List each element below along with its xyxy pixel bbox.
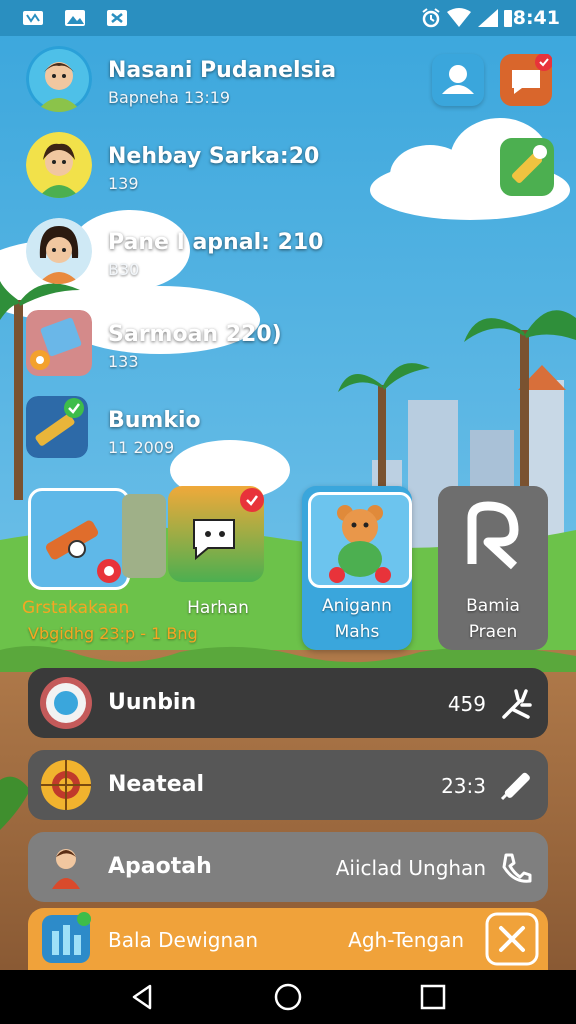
action-bar-1[interactable]: Uunbin 459 xyxy=(28,668,548,738)
clock-time: 8:41 xyxy=(512,7,560,29)
contact-item[interactable]: Bumkio 11 2009 xyxy=(26,396,326,468)
battery-icon xyxy=(504,10,512,27)
bar-value: Aiiclad Unghan xyxy=(335,856,486,880)
bar-label: Bala Dewignan xyxy=(108,928,259,952)
chart-app-icon xyxy=(42,912,91,963)
tile-label: Anigann xyxy=(322,596,392,616)
bar-label: Neateal xyxy=(108,772,205,797)
action-bar-3[interactable]: Apaotah Aiiclad Unghan xyxy=(28,832,548,902)
avatar xyxy=(26,218,92,284)
app-thumbnail xyxy=(26,310,92,376)
pencil-icon xyxy=(511,145,547,184)
medal-icon xyxy=(41,760,91,810)
edit-button[interactable] xyxy=(500,138,554,196)
tile-tools[interactable] xyxy=(28,488,130,590)
user-icon xyxy=(442,65,474,94)
tile-subtitle: Vbgidhg 23:p - 1 Bng xyxy=(28,624,198,643)
person-icon xyxy=(52,849,80,889)
notification-gallery-icon xyxy=(65,10,85,26)
pen-icon xyxy=(500,772,530,801)
bear-icon xyxy=(329,505,391,583)
tile-label: Grstakakaan xyxy=(22,598,130,618)
contact-item[interactable]: Nehbay Sarka:20 139 xyxy=(26,132,326,204)
bar-value: 459 xyxy=(447,692,486,716)
contact-subtitle: B30 xyxy=(108,260,140,279)
sparkle-icon xyxy=(502,689,532,719)
action-bar-4[interactable]: Bala Dewignan Agh-Tengan xyxy=(28,908,548,970)
app-thumbnail xyxy=(26,396,88,458)
contact-item[interactable]: Nasani Pudanelsia Bapneha 13:19 xyxy=(26,46,336,118)
contact-item[interactable]: Sarmoan 220) 133 xyxy=(26,310,326,382)
wifi-icon xyxy=(447,8,471,27)
contact-subtitle: Bapneha 13:19 xyxy=(108,88,231,107)
tile-label: Bamia xyxy=(466,596,520,616)
action-bar-2[interactable]: Neateal 23:3 xyxy=(28,750,548,820)
notification-app-icon xyxy=(23,11,43,25)
tile-apps[interactable]: Bamia Praen xyxy=(438,486,548,650)
home-icon[interactable] xyxy=(273,982,303,1012)
wrench-icon xyxy=(45,520,121,583)
tile-label: Harhan xyxy=(187,598,249,618)
contact-subtitle: 133 xyxy=(108,352,139,371)
status-bar: 8:41 xyxy=(0,0,576,36)
bear-thumbnail xyxy=(308,492,412,588)
contact-name: Bumkio xyxy=(108,408,201,433)
contact-item[interactable]: Pane I apnal: 210 B30 xyxy=(26,218,326,290)
bar-label: Uunbin xyxy=(108,690,197,715)
tile-subtitle: Praen xyxy=(468,622,518,642)
close-icon[interactable] xyxy=(484,911,540,967)
avatar xyxy=(26,46,92,112)
record-icon xyxy=(40,677,92,729)
contact-subtitle: 139 xyxy=(108,174,139,193)
phone-icon xyxy=(502,853,532,883)
signal-icon xyxy=(478,9,498,27)
tile-subtitle: Mahs xyxy=(334,622,380,642)
bar-value: 23:3 xyxy=(441,774,486,798)
chat-button[interactable] xyxy=(500,53,553,106)
chat-bubble-icon xyxy=(512,53,553,94)
bar-label: Apaotah xyxy=(108,854,212,879)
contact-name: Nasani Pudanelsia xyxy=(108,58,337,83)
contact-name: Pane I apnal: 210 xyxy=(108,230,324,255)
contact-name: Nehbay Sarka:20 xyxy=(108,144,320,169)
speech-bubble-icon xyxy=(193,488,264,561)
notification-message-icon xyxy=(107,10,127,26)
contact-subtitle: 11 2009 xyxy=(108,438,175,457)
bar-value: Agh-Tengan xyxy=(348,928,464,952)
avatar xyxy=(26,132,92,198)
alarm-icon xyxy=(422,8,440,28)
tile-background-image xyxy=(122,494,166,578)
back-icon[interactable] xyxy=(128,982,158,1012)
recents-icon[interactable] xyxy=(418,982,448,1012)
profile-button[interactable] xyxy=(432,54,484,106)
tile-messages[interactable] xyxy=(168,486,264,582)
navigation-bar xyxy=(0,970,576,1024)
tile-games[interactable]: Anigann Mahs xyxy=(302,486,412,650)
letter-a-icon xyxy=(467,501,519,570)
contact-name: Sarmoan 220) xyxy=(108,322,282,347)
